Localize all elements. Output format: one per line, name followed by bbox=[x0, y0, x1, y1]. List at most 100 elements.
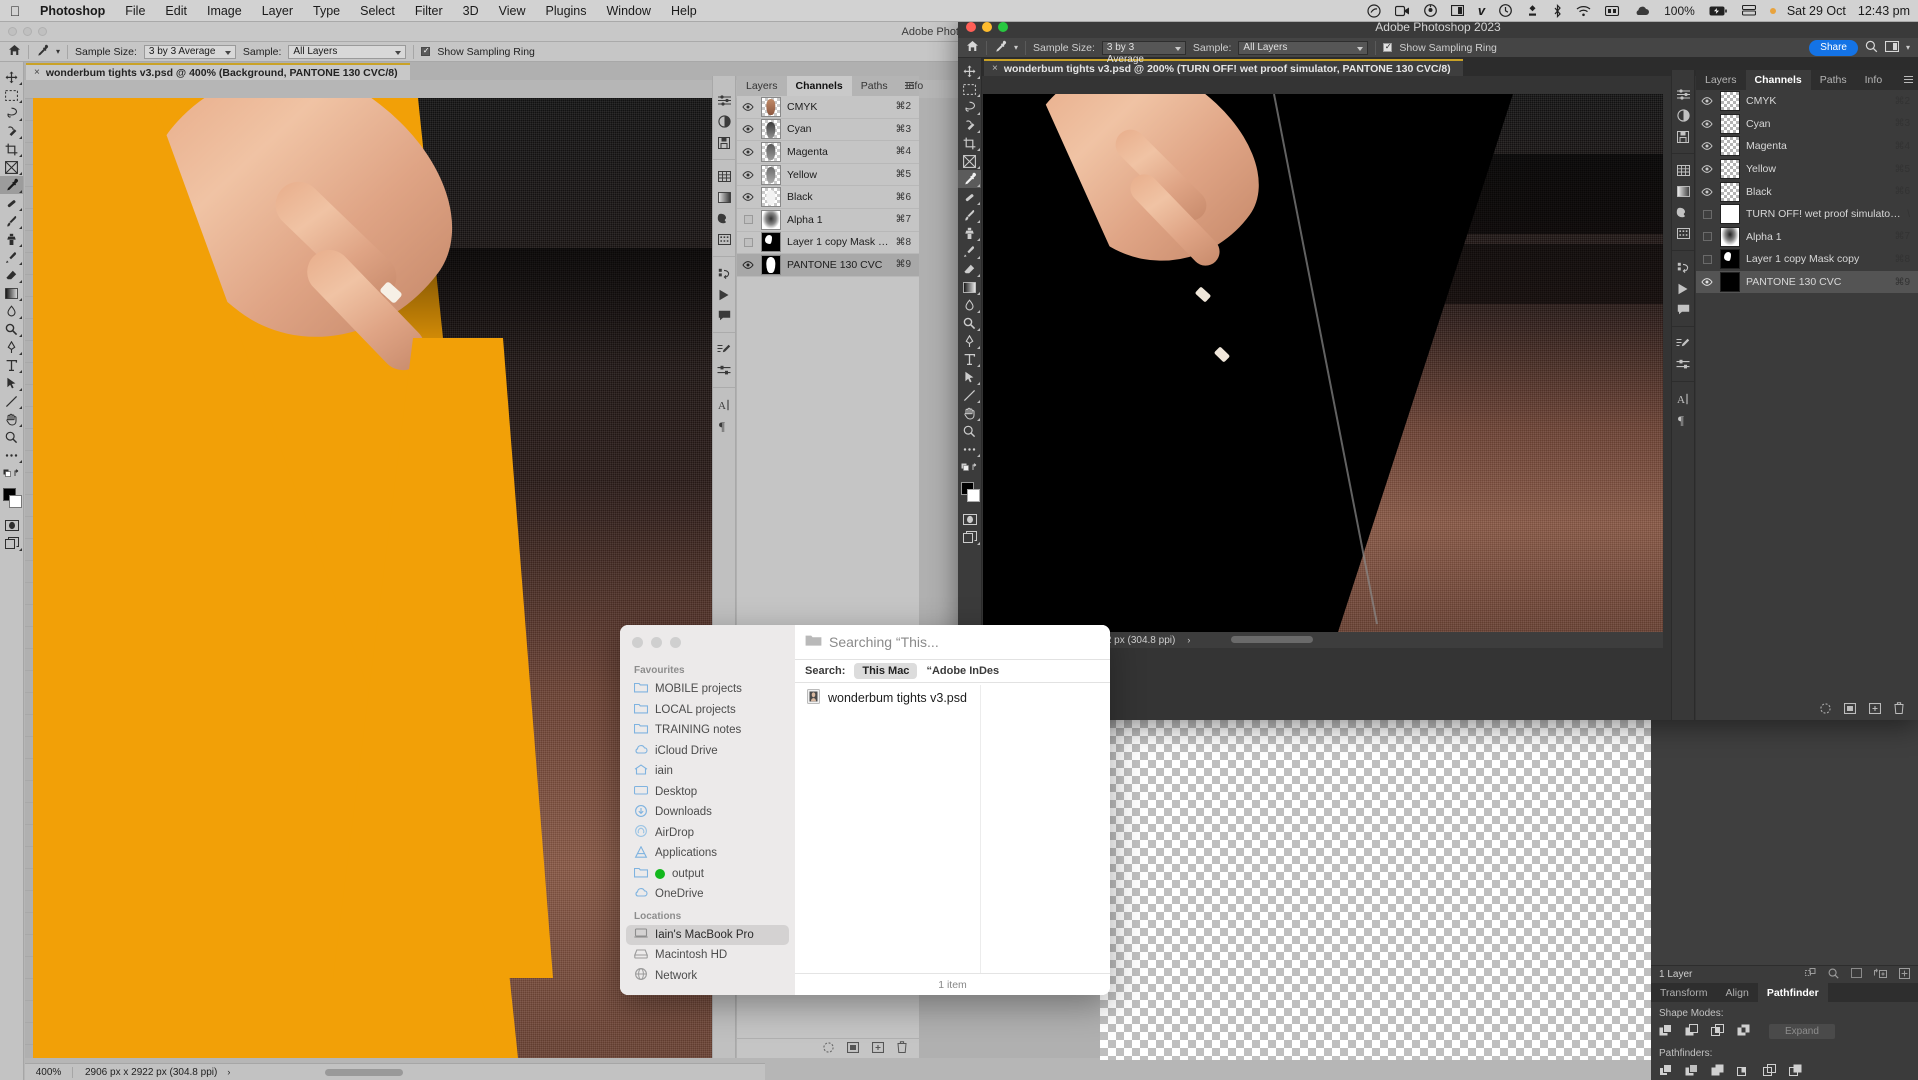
blur-tool[interactable] bbox=[0, 302, 23, 320]
dodge-tool[interactable] bbox=[958, 314, 981, 332]
move-tool[interactable] bbox=[958, 62, 981, 80]
tool-preset-chevron-icon[interactable]: ▾ bbox=[56, 47, 60, 56]
eye-icon[interactable] bbox=[1700, 165, 1714, 173]
channel-row-yellow[interactable]: Yellow ⌘5 bbox=[1696, 158, 1918, 181]
gradient-panel-icon[interactable] bbox=[1672, 181, 1694, 202]
pen-tool[interactable] bbox=[0, 338, 23, 356]
marquee-tool[interactable] bbox=[958, 80, 981, 98]
hand-tool[interactable] bbox=[0, 410, 23, 428]
type-tool[interactable] bbox=[958, 350, 981, 368]
eye-icon[interactable] bbox=[1700, 187, 1714, 196]
eye-toggle[interactable] bbox=[1700, 209, 1714, 219]
eye-toggle[interactable] bbox=[741, 237, 755, 247]
paragraph-icon[interactable]: ¶ bbox=[1672, 409, 1694, 430]
patterns-icon[interactable] bbox=[713, 229, 735, 250]
zoom-tool[interactable] bbox=[958, 422, 981, 440]
ps2022-document-tab[interactable]: × wonderbum tights v3.psd @ 400% (Backgr… bbox=[26, 63, 410, 80]
eye-icon[interactable] bbox=[1700, 142, 1714, 151]
menu-item-view[interactable]: View bbox=[489, 4, 536, 18]
channel-row-cmyk[interactable]: CMYK ⌘2 bbox=[1696, 90, 1918, 113]
panel-menu-icon[interactable] bbox=[1904, 76, 1913, 83]
channel-row-layer1-mask[interactable]: Layer 1 copy Mask copy ⌘8 bbox=[737, 232, 919, 255]
sidebar-item-mobile-projects[interactable]: MOBILE projects bbox=[620, 679, 795, 700]
actions-icon[interactable] bbox=[713, 284, 735, 305]
channel-row-magenta[interactable]: Magenta ⌘4 bbox=[737, 141, 919, 164]
default-colors-icon[interactable] bbox=[958, 458, 981, 476]
sidebar-item-airdrop[interactable]: AirDrop bbox=[620, 823, 795, 844]
menu-item-file[interactable]: File bbox=[115, 4, 155, 18]
minus-front-icon[interactable] bbox=[1685, 1024, 1700, 1039]
brush-tool[interactable] bbox=[0, 212, 23, 230]
show-sampling-ring-checkbox[interactable] bbox=[1383, 42, 1393, 52]
eyedropper-tool[interactable] bbox=[958, 170, 981, 188]
channel-row-wet-proof-simulator[interactable]: TURN OFF! wet proof simulator M... \ bbox=[1696, 203, 1918, 226]
adjustments-icon[interactable] bbox=[713, 90, 735, 111]
properties-icon[interactable] bbox=[713, 339, 735, 360]
sidebar-item-onedrive[interactable]: OneDrive bbox=[620, 884, 795, 905]
save-selection-icon[interactable] bbox=[846, 1040, 860, 1058]
menubar-time[interactable]: 12:43 pm bbox=[1854, 4, 1918, 18]
tab-info[interactable]: Info bbox=[897, 76, 933, 96]
character-icon[interactable]: A bbox=[713, 394, 735, 415]
eye-toggle[interactable] bbox=[741, 215, 755, 225]
sample-size-select[interactable]: 3 by 3 Average bbox=[143, 44, 236, 59]
tab-pathfinder[interactable]: Pathfinder bbox=[1757, 983, 1828, 1002]
trim-icon[interactable] bbox=[1685, 1064, 1700, 1079]
menu-item-window[interactable]: Window bbox=[597, 4, 661, 18]
ps2023-traffic-lights[interactable] bbox=[966, 22, 1008, 32]
eye-icon[interactable] bbox=[1700, 278, 1714, 286]
ps2023-document-tab[interactable]: × wonderbum tights v3.psd @ 200% (TURN O… bbox=[984, 59, 1463, 76]
apple-icon[interactable]:  bbox=[0, 3, 30, 19]
channel-row-layer1-mask[interactable]: Layer 1 copy Mask copy ⌘8 bbox=[1696, 248, 1918, 271]
eye-icon[interactable] bbox=[741, 102, 755, 111]
eyedropper-icon[interactable] bbox=[36, 44, 49, 60]
home-icon[interactable] bbox=[8, 44, 21, 59]
panel-menu-icon[interactable] bbox=[905, 82, 914, 89]
sidebar-item-applications[interactable]: Applications bbox=[620, 843, 795, 864]
grid-icon[interactable] bbox=[1672, 160, 1694, 181]
history-icon[interactable] bbox=[713, 263, 735, 284]
frame-tool[interactable] bbox=[0, 158, 23, 176]
foreground-background-swatches[interactable] bbox=[958, 480, 981, 510]
gradient-tool[interactable] bbox=[0, 284, 23, 302]
bluetooth-icon[interactable] bbox=[1546, 3, 1569, 18]
edit-toolbar-tool[interactable] bbox=[958, 440, 981, 458]
notes-icon[interactable] bbox=[713, 132, 735, 153]
minus-back-icon[interactable] bbox=[1789, 1064, 1804, 1079]
delete-channel-icon[interactable] bbox=[1894, 701, 1904, 719]
load-selection-icon[interactable] bbox=[1820, 701, 1831, 719]
sidebar-item-iains-macbook-pro[interactable]: Iain's MacBook Pro bbox=[626, 924, 789, 945]
close-icon[interactable]: × bbox=[34, 67, 40, 78]
gradient-panel-icon[interactable] bbox=[713, 187, 735, 208]
tab-transform[interactable]: Transform bbox=[1651, 983, 1716, 1002]
channel-row-alpha-1[interactable]: Alpha 1 ⌘7 bbox=[737, 209, 919, 232]
object-selection-tool[interactable] bbox=[0, 122, 23, 140]
battery-icon[interactable] bbox=[1702, 6, 1735, 16]
merge-icon[interactable] bbox=[1711, 1064, 1726, 1079]
finder-traffic-lights[interactable] bbox=[632, 637, 681, 648]
comments-icon[interactable] bbox=[1672, 299, 1694, 320]
tab-align[interactable]: Align bbox=[1716, 983, 1757, 1002]
dropbox-icon[interactable] bbox=[1519, 4, 1546, 17]
sidebar-item-training-notes[interactable]: TRAINING notes bbox=[620, 720, 795, 741]
sample-size-select[interactable]: 3 by 3 Average bbox=[1101, 40, 1186, 65]
time-machine-icon[interactable] bbox=[1492, 4, 1519, 17]
dodge-tool[interactable] bbox=[0, 320, 23, 338]
frame-tool[interactable] bbox=[958, 152, 981, 170]
eye-icon[interactable] bbox=[741, 193, 755, 202]
grid-icon[interactable] bbox=[713, 166, 735, 187]
sample-select[interactable]: All Layers bbox=[1238, 40, 1369, 55]
channel-row-magenta[interactable]: Magenta ⌘4 bbox=[1696, 135, 1918, 158]
tab-channels[interactable]: Channels bbox=[786, 76, 852, 96]
load-selection-icon[interactable] bbox=[823, 1040, 834, 1058]
swatches-icon[interactable] bbox=[1672, 202, 1694, 223]
eye-icon[interactable] bbox=[741, 170, 755, 179]
sidebar-item-local-projects[interactable]: LOCAL projects bbox=[620, 700, 795, 721]
brush-tool[interactable] bbox=[958, 206, 981, 224]
blur-tool[interactable] bbox=[958, 296, 981, 314]
eyedropper-icon[interactable] bbox=[994, 40, 1007, 56]
default-colors-icon[interactable] bbox=[0, 464, 23, 482]
channel-row-alpha-1[interactable]: Alpha 1 ⌘7 bbox=[1696, 226, 1918, 249]
channel-row-black[interactable]: Black ⌘6 bbox=[1696, 180, 1918, 203]
quick-mask-icon[interactable] bbox=[958, 510, 981, 528]
